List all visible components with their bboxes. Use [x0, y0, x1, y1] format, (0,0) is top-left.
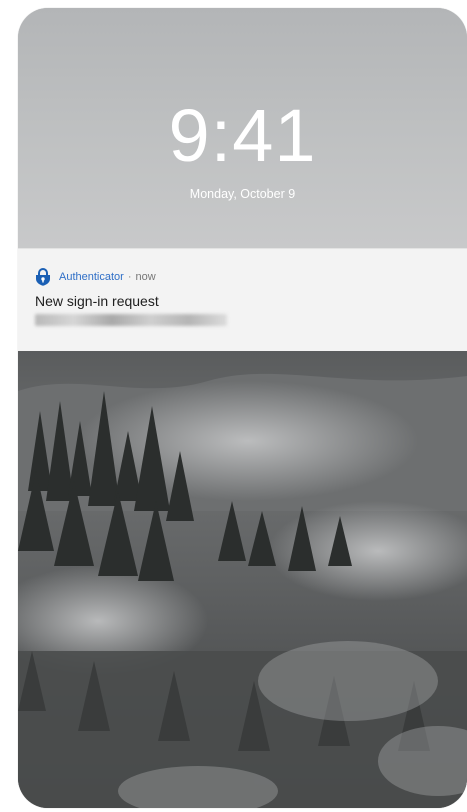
lock-shield-icon — [35, 267, 51, 286]
notification-account-redacted — [35, 314, 227, 326]
phone-screen: 9:41 Monday, October 9 Authenticator · n… — [18, 8, 467, 808]
notification-header: Authenticator · now — [35, 267, 156, 286]
notification-separator: · — [127, 270, 132, 283]
authenticator-notification[interactable]: Authenticator · now New sign-in request — [18, 248, 467, 352]
lockscreen-wallpaper-forest — [18, 351, 467, 808]
notification-title: New sign-in request — [35, 293, 159, 309]
notification-timestamp: now — [135, 270, 156, 283]
lockscreen-clock: 9:41 — [168, 94, 317, 177]
notification-app-name: Authenticator — [59, 270, 124, 283]
lockscreen-date: Monday, October 9 — [189, 187, 296, 201]
